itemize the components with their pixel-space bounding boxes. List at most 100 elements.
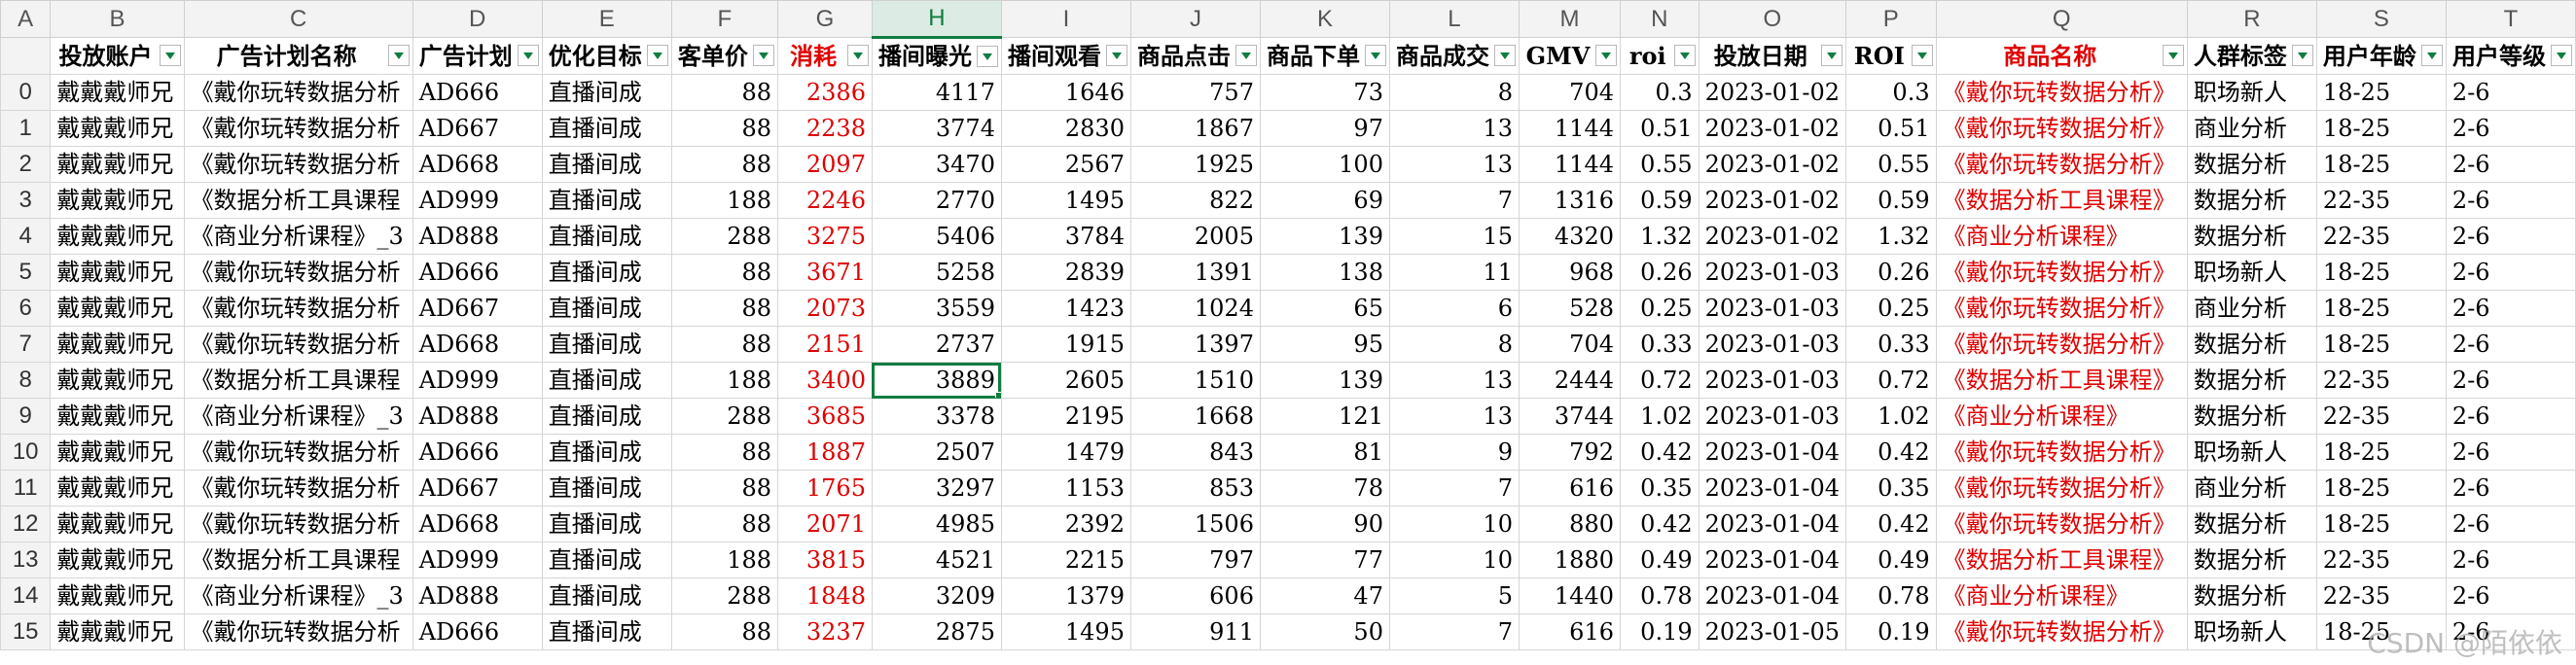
cell-goal[interactable]: 直播间成	[541, 74, 672, 111]
header-cell[interactable]: 广告计划名称	[183, 37, 413, 75]
column-letter[interactable]: S	[2315, 0, 2447, 38]
cell-date[interactable]: 2023-01-04	[1698, 506, 1846, 542]
cell-tag[interactable]: 数据分析	[2186, 398, 2317, 435]
cell-roi[interactable]: 0.51	[1619, 110, 1699, 147]
cell-gmv[interactable]: 1440	[1518, 578, 1621, 614]
cell-plan[interactable]: 《戴你玩转数据分析	[183, 110, 413, 147]
cell-view[interactable]: 1153	[1000, 470, 1131, 507]
cell-date[interactable]: 2023-01-02	[1698, 182, 1846, 219]
cell-account[interactable]: 戴戴戴师兄	[50, 542, 185, 578]
row-index[interactable]: 1	[0, 110, 52, 147]
cell-expo[interactable]: 2507	[871, 434, 1002, 471]
cell-click[interactable]: 1024	[1129, 290, 1261, 327]
cell-click[interactable]: 1391	[1129, 254, 1261, 291]
cell-click[interactable]: 911	[1129, 613, 1261, 650]
cell-pid[interactable]: AD666	[411, 74, 543, 111]
cell-tag[interactable]: 职场新人	[2186, 434, 2317, 471]
cell-view[interactable]: 2392	[1000, 506, 1131, 542]
cell-gmv[interactable]: 704	[1518, 74, 1621, 111]
cell-age[interactable]: 18-25	[2315, 613, 2447, 650]
column-letter[interactable]: E	[541, 0, 672, 38]
cell-order[interactable]: 139	[1259, 218, 1390, 255]
cell-goal[interactable]: 直播间成	[541, 362, 672, 399]
column-letter[interactable]: J	[1129, 0, 1261, 38]
cell-click[interactable]: 853	[1129, 470, 1261, 507]
cell-level[interactable]: 2-6	[2445, 254, 2576, 291]
cell-roi2[interactable]: 0.3	[1844, 74, 1937, 111]
cell-date[interactable]: 2023-01-04	[1698, 470, 1846, 507]
column-letter[interactable]: A	[0, 0, 52, 38]
cell-roi[interactable]: 0.35	[1619, 470, 1699, 507]
header-cell[interactable]: 商品点击	[1129, 37, 1261, 75]
cell-expo[interactable]: 3378	[871, 398, 1002, 435]
cell-roi[interactable]: 1.32	[1619, 218, 1699, 255]
cell-product[interactable]: 《数据分析工具课程》	[1935, 542, 2188, 578]
cell-level[interactable]: 2-6	[2445, 74, 2576, 111]
header-cell[interactable]: 消耗	[777, 37, 873, 75]
header-cell[interactable]: roi	[1619, 37, 1699, 75]
cell-product[interactable]: 《数据分析工具课程》	[1935, 362, 2188, 399]
cell-product[interactable]: 《戴你玩转数据分析》	[1935, 290, 2188, 327]
cell-order[interactable]: 95	[1259, 326, 1390, 363]
cell-goal[interactable]: 直播间成	[541, 110, 672, 147]
cell-level[interactable]: 2-6	[2445, 470, 2576, 507]
cell-price[interactable]: 288	[670, 578, 779, 614]
cell-gmv[interactable]: 1880	[1518, 542, 1621, 578]
cell-product[interactable]: 《戴你玩转数据分析》	[1935, 470, 2188, 507]
cell-account[interactable]: 戴戴戴师兄	[50, 218, 185, 255]
cell-goal[interactable]: 直播间成	[541, 218, 672, 255]
cell-roi2[interactable]: 0.78	[1844, 578, 1937, 614]
cell-click[interactable]: 822	[1129, 182, 1261, 219]
row-index[interactable]: 6	[0, 290, 52, 327]
cell-order[interactable]: 90	[1259, 506, 1390, 542]
cell-click[interactable]: 797	[1129, 542, 1261, 578]
header-cell[interactable]: 播间曝光	[871, 37, 1002, 75]
cell-level[interactable]: 2-6	[2445, 578, 2576, 614]
cell-roi2[interactable]: 0.72	[1844, 362, 1937, 399]
filter-dropdown-icon[interactable]	[1493, 45, 1516, 66]
column-letter[interactable]: P	[1844, 0, 1937, 38]
cell-level[interactable]: 2-6	[2445, 398, 2576, 435]
cell-pid[interactable]: AD668	[411, 326, 543, 363]
cell-date[interactable]: 2023-01-03	[1698, 254, 1846, 291]
row-index[interactable]: 11	[0, 470, 52, 507]
cell-cost[interactable]: 3685	[777, 398, 873, 435]
cell-account[interactable]: 戴戴戴师兄	[50, 362, 185, 399]
cell-expo[interactable]: 3559	[871, 290, 1002, 327]
cell-plan[interactable]: 《商业分析课程》_3	[183, 218, 413, 255]
filter-dropdown-icon[interactable]	[1911, 45, 1933, 66]
cell-order[interactable]: 121	[1259, 398, 1390, 435]
cell-level[interactable]: 2-6	[2445, 506, 2576, 542]
cell-order[interactable]: 65	[1259, 290, 1390, 327]
row-index[interactable]: 2	[0, 146, 52, 183]
cell-roi[interactable]: 0.42	[1619, 434, 1699, 471]
cell-order[interactable]: 138	[1259, 254, 1390, 291]
cell-date[interactable]: 2023-01-05	[1698, 613, 1846, 650]
row-index[interactable]: 14	[0, 578, 52, 614]
cell-view[interactable]: 1646	[1000, 74, 1131, 111]
row-index[interactable]: 15	[0, 613, 52, 650]
row-index[interactable]: 4	[0, 218, 52, 255]
cell-plan[interactable]: 《戴你玩转数据分析	[183, 254, 413, 291]
row-index[interactable]: 3	[0, 182, 52, 219]
cell-expo[interactable]: 3209	[871, 578, 1002, 614]
cell-pid[interactable]: AD666	[411, 254, 543, 291]
cell-goal[interactable]: 直播间成	[541, 542, 672, 578]
cell-price[interactable]: 88	[670, 290, 779, 327]
cell-pid[interactable]: AD668	[411, 506, 543, 542]
filter-dropdown-icon[interactable]	[1673, 45, 1696, 66]
column-letter[interactable]: D	[411, 0, 543, 38]
cell-price[interactable]: 88	[670, 506, 779, 542]
cell-roi2[interactable]: 0.51	[1844, 110, 1937, 147]
cell-level[interactable]: 2-6	[2445, 542, 2576, 578]
cell-roi2[interactable]: 1.02	[1844, 398, 1937, 435]
column-letter[interactable]: K	[1259, 0, 1390, 38]
column-letter[interactable]: N	[1619, 0, 1699, 38]
cell-age[interactable]: 22-35	[2315, 362, 2447, 399]
cell-age[interactable]: 18-25	[2315, 146, 2447, 183]
cell-account[interactable]: 戴戴戴师兄	[50, 146, 185, 183]
cell-roi[interactable]: 0.49	[1619, 542, 1699, 578]
cell-deal[interactable]: 8	[1388, 326, 1520, 363]
cell-cost[interactable]: 3400	[777, 362, 873, 399]
cell-gmv[interactable]: 968	[1518, 254, 1621, 291]
